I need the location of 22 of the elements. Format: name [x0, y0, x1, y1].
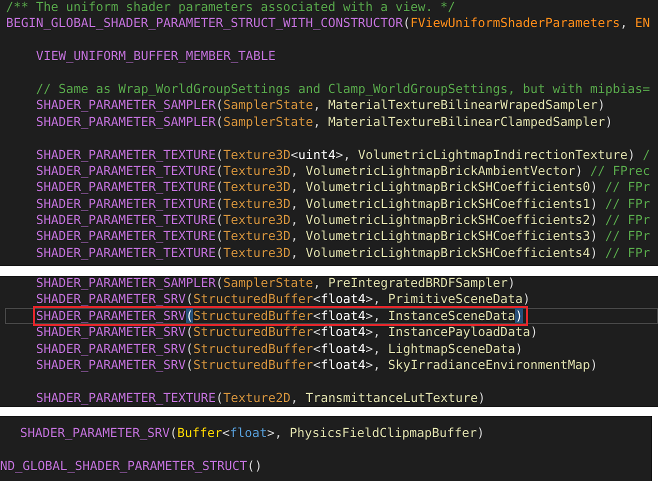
code-line: BEGIN_GLOBAL_SHADER_PARAMETER_STRUCT_WITH_CONSTRUCTOR(FViewUniformShaderParameters, EN: [6, 15, 650, 32]
code-line: SHADER_PARAMETER_TEXTURE(Texture3D, VolumetricLightmapBrickSHCoefficients4) // FPr: [36, 244, 650, 262]
code-line: SHADER_PARAMETER_SRV(StructuredBuffer<float4>, LightmapSceneData): [36, 340, 523, 357]
code-line: SHADER_PARAMETER_SAMPLER(SamplerState, MaterialTextureBilinearWrapedSampler): [36, 97, 606, 114]
code-line: SHADER_PARAMETER_SRV(Buffer<float>, PhysicsFieldClipmapBuffer): [20, 425, 484, 442]
code-line: SHADER_PARAMETER_SRV(StructuredBuffer<float4>, InstancePayloadData): [36, 324, 538, 341]
code-line: SHADER_PARAMETER_SRV(StructuredBuffer<float4>, SkyIrradianceEnvironmentMap): [36, 356, 598, 374]
code-line: SHADER_PARAMETER_SAMPLER(SamplerState, PreIntegratedBRDFSampler): [36, 276, 516, 292]
code-line: VIEW_UNIFORM_BUFFER_MEMBER_TABLE: [36, 48, 276, 65]
code-line: SHADER_PARAMETER_SRV(StructuredBuffer<float4>, PrimitiveSceneData): [36, 291, 530, 308]
code-line: SHADER_PARAMETER_TEXTURE(Texture2D, TransmittanceLutTexture): [36, 390, 486, 406]
code-line: SHADER_PARAMETER_TEXTURE(Texture3D, VolumetricLightmapBrickSHCoefficients0) // FPr: [36, 179, 650, 196]
code-line: /** The uniform shader parameters associated with a view. */: [6, 0, 456, 16]
highlighted-code-line: SHADER_PARAMETER_SRV(StructuredBuffer<float4>, InstanceSceneData): [36, 308, 525, 324]
code-line: SHADER_PARAMETER_TEXTURE(Texture3D, VolumetricLightmapBrickSHCoefficients3) // FPr: [36, 228, 650, 245]
code-line: SHADER_PARAMETER_TEXTURE(Texture3D, VolumetricLightmapBrickAmbientVector) // FPrec: [36, 162, 650, 180]
code-line: // Same as Wrap_WorldGroupSettings and Clamp_WorldGroupSettings, but with mipbias=: [36, 80, 650, 98]
code-line: SHADER_PARAMETER_TEXTURE(Texture3D, VolumetricLightmapBrickSHCoefficients1) // FPr: [36, 196, 650, 212]
code-line: SHADER_PARAMETER_TEXTURE(Texture3D<uint4>, VolumetricLightmapIndirectionTexture) /: [36, 146, 650, 163]
code-line: ND_GLOBAL_SHADER_PARAMETER_STRUCT(): [0, 458, 262, 474]
code-line: SHADER_PARAMETER_TEXTURE(Texture3D, VolumetricLightmapBrickSHCoefficients2) // FPr: [36, 212, 650, 228]
code-line: SHADER_PARAMETER_SAMPLER(SamplerState, MaterialTextureBilinearClampedSampler): [36, 114, 613, 130]
